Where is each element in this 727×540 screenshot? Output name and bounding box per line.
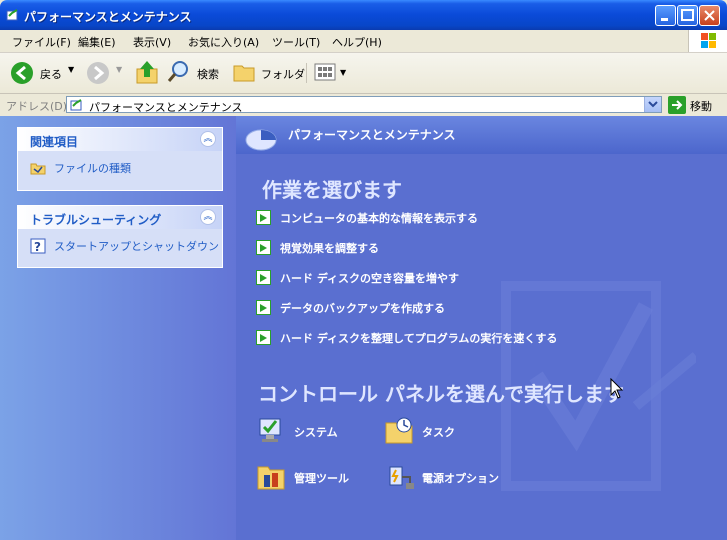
- title-bar[interactable]: パフォーマンスとメンテナンス: [0, 0, 727, 30]
- go-arrow-icon: [668, 96, 686, 114]
- cp-item-label: システム: [294, 426, 338, 439]
- window-title: パフォーマンスとメンテナンス: [24, 10, 192, 24]
- troubleshoot-panel: トラブルシューティング ︽ ? スタートアップとシャットダウン: [17, 205, 223, 268]
- performance-pie-icon: [245, 129, 277, 151]
- address-dropdown-button[interactable]: [644, 97, 661, 112]
- back-arrow-icon: [11, 62, 33, 84]
- menu-file[interactable]: ファイル(F): [12, 34, 71, 50]
- task-label: データのバックアップを作成する: [280, 302, 445, 315]
- folder-icon: [233, 65, 255, 82]
- cp-item-system[interactable]: システム: [256, 415, 366, 449]
- control-panel-heading: コントロール パネルを選んで実行します: [258, 382, 624, 406]
- admin-tools-icon: [257, 466, 285, 490]
- menu-favorites[interactable]: お気に入り(A): [188, 34, 259, 50]
- folders-button[interactable]: フォルダ: [232, 59, 305, 87]
- control-panel-icon: [70, 99, 82, 111]
- sidebar-item-label: ファイルの種類: [54, 162, 131, 175]
- minimize-button[interactable]: [655, 5, 676, 26]
- explorer-window: パフォーマンスとメンテナンス ファイル(F) 編集(E) 表示(V) お気に入り…: [0, 0, 727, 540]
- go-label: 移動: [690, 100, 712, 113]
- related-panel-title: 関連項目: [30, 135, 79, 149]
- related-panel: 関連項目 ︽ ファイルの種類: [17, 127, 223, 191]
- close-button[interactable]: [699, 5, 720, 26]
- main-header-title: パフォーマンスとメンテナンス: [288, 128, 456, 142]
- tasks-heading: 作業を選びます: [262, 178, 402, 202]
- menu-edit[interactable]: 編集(E): [78, 34, 116, 50]
- system-icon: [259, 418, 281, 442]
- related-panel-header[interactable]: 関連項目 ︽: [18, 128, 222, 151]
- task-label: ハード ディスクを整理してプログラムの実行を速くする: [280, 332, 558, 345]
- arrow-right-icon: [256, 210, 271, 225]
- address-input[interactable]: パフォーマンスとメンテナンス: [66, 96, 662, 114]
- svg-text:?: ?: [34, 240, 41, 254]
- collapse-troubleshoot-button[interactable]: ︽: [200, 209, 216, 225]
- views-icon: [314, 63, 336, 81]
- toolbar: 戻る ▼ ▼ 検索 フォルダ ▼: [0, 53, 727, 94]
- forward-dropdown-icon[interactable]: ▼: [116, 65, 122, 74]
- address-value: パフォーマンスとメンテナンス: [89, 101, 243, 114]
- task-label: ハード ディスクの空き容量を増やす: [280, 272, 460, 285]
- search-icon: [167, 61, 188, 82]
- cp-item-power-options[interactable]: 電源オプション: [384, 461, 524, 495]
- maximize-icon: [681, 9, 694, 21]
- back-label: 戻る: [40, 68, 62, 81]
- arrow-right-icon: [256, 270, 271, 285]
- folder-options-icon: [30, 163, 46, 175]
- close-icon: [704, 10, 715, 21]
- address-bar: アドレス(D) パフォーマンスとメンテナンス 移動: [0, 94, 727, 117]
- cp-item-label: 電源オプション: [422, 472, 499, 485]
- arrow-right-icon: [256, 330, 271, 345]
- cp-item-admin-tools[interactable]: 管理ツール: [256, 461, 366, 495]
- forward-arrow-icon: [87, 62, 109, 84]
- troubleshoot-panel-header[interactable]: トラブルシューティング ︽: [18, 206, 222, 229]
- up-folder-button[interactable]: [134, 59, 160, 87]
- menu-help[interactable]: ヘルプ(H): [332, 34, 382, 50]
- arrow-right-icon: [256, 240, 271, 255]
- search-button[interactable]: 検索: [166, 59, 226, 87]
- chevron-down-icon: [648, 101, 658, 108]
- scheduled-tasks-folder-icon: [385, 417, 413, 444]
- views-dropdown-icon[interactable]: ▼: [340, 68, 346, 77]
- views-button[interactable]: ▼: [312, 59, 352, 87]
- folders-label: フォルダ: [261, 68, 305, 81]
- menu-bar: ファイル(F) 編集(E) 表示(V) お気に入り(A) ツール(T) ヘルプ(…: [0, 30, 727, 53]
- forward-button[interactable]: ▼: [86, 61, 126, 85]
- address-label: アドレス(D): [6, 100, 68, 113]
- arrow-right-icon: [256, 300, 271, 315]
- search-label: 検索: [197, 68, 219, 81]
- task-label: 視覚効果を調整する: [280, 242, 379, 255]
- sidebar-item-label: スタートアップとシャットダウン: [54, 240, 219, 253]
- sidebar: 関連項目 ︽ ファイルの種類 トラブルシューティング ︽ ? スタートアップとシ…: [0, 116, 236, 540]
- back-dropdown-icon[interactable]: ▼: [68, 65, 74, 74]
- mouse-cursor-icon: [610, 378, 624, 399]
- main-content: パフォーマンスとメンテナンス 作業を選びます コンピュータの基本的な情報を表示す…: [236, 116, 727, 540]
- menu-view[interactable]: 表示(V): [133, 34, 171, 50]
- windows-logo: [688, 30, 727, 52]
- menu-tools[interactable]: ツール(T): [272, 34, 320, 50]
- control-panel-icon: [6, 9, 18, 21]
- up-folder-icon: [136, 61, 158, 84]
- troubleshoot-panel-title: トラブルシューティング: [30, 213, 162, 227]
- windows-flag-icon: [701, 33, 716, 48]
- cp-item-label: タスク: [422, 426, 455, 439]
- power-options-icon: [389, 466, 414, 489]
- back-button[interactable]: 戻る ▼: [10, 61, 80, 85]
- cp-item-label: 管理ツール: [294, 472, 349, 485]
- cp-item-scheduled-tasks[interactable]: タスク: [384, 415, 494, 449]
- main-header: パフォーマンスとメンテナンス: [236, 116, 727, 154]
- collapse-related-button[interactable]: ︽: [200, 131, 216, 147]
- help-icon: ?: [30, 238, 46, 254]
- task-label: コンピュータの基本的な情報を表示する: [280, 212, 478, 225]
- minimize-icon: [661, 18, 668, 21]
- maximize-button[interactable]: [677, 5, 698, 26]
